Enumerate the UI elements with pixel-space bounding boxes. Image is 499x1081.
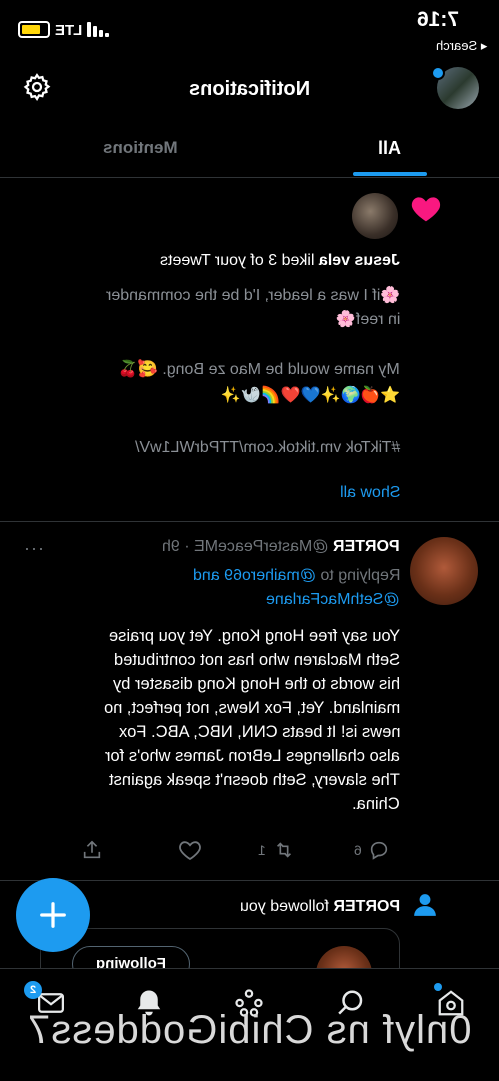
reply-count: 6 — [354, 842, 362, 858]
tweet-header: PORTER @MasterPeaceME · 9h — [40, 538, 400, 556]
author-avatar[interactable] — [410, 537, 478, 605]
retweet-icon — [276, 842, 291, 858]
messages-badge: 2 — [24, 981, 42, 999]
heart-icon — [411, 197, 441, 222]
mention-link[interactable]: @maihero69 — [224, 567, 316, 584]
network-label: LTE — [55, 22, 83, 39]
author-handle-time: @MasterPeaceME · 9h — [162, 538, 334, 555]
follower-name[interactable]: PORTER — [333, 898, 400, 915]
person-icon — [414, 894, 436, 916]
divider — [0, 880, 499, 881]
watermark-text: 0nlyf ns ChibiGoddess7 — [27, 1008, 472, 1052]
battery-icon — [18, 21, 50, 38]
liked-tweet-line[interactable]: #TikTok vm.tiktok.com/TTPdrWL1wV/ — [40, 436, 400, 460]
page-title: Notifications — [188, 78, 311, 100]
compose-tweet-button[interactable] — [16, 878, 90, 952]
divider — [0, 521, 499, 522]
status-bar: 7:16 ◂ Search LTE — [0, 0, 499, 58]
liker-name[interactable]: Jesus vela — [319, 252, 400, 269]
reply-icon — [370, 841, 387, 860]
divider — [0, 177, 499, 178]
avatar-notification-dot — [431, 66, 445, 80]
tweet-text[interactable]: You say free Hong Kong. Yet you praise S… — [40, 624, 400, 816]
follow-notification-text[interactable]: PORTER followed you — [150, 898, 400, 916]
like-notification-text[interactable]: Jesus vela liked 3 of your Tweets — [40, 252, 400, 270]
liked-tweet-line: in reef🌸 — [335, 311, 400, 328]
status-time: 7:16 — [416, 8, 459, 31]
back-to-search-link[interactable]: ◂ Search — [436, 38, 487, 54]
home-notification-dot — [434, 983, 442, 991]
tab-all[interactable]: All — [330, 138, 450, 159]
signal-icon — [87, 22, 109, 37]
retweet-button[interactable]: 1 — [258, 838, 296, 862]
share-button[interactable] — [80, 838, 104, 862]
mention-link[interactable]: @SethMacFarlane — [266, 591, 400, 608]
like-icon — [179, 841, 201, 861]
plus-icon — [40, 902, 66, 928]
liked-tweet-line: My name would be Mao ze Bong. 🥰🍒 — [118, 361, 400, 378]
like-button[interactable] — [178, 838, 202, 862]
retweet-count: 1 — [258, 842, 266, 858]
replying-to: Replying to @maihero69 and @SethMacFarla… — [192, 567, 400, 608]
show-all-link[interactable]: Show all — [40, 484, 400, 502]
author-name[interactable]: PORTER — [333, 538, 400, 555]
tab-mentions[interactable]: Mentions — [80, 138, 200, 158]
liked-tweet-line: 🌸if I was a leader, I'd be the commander — [105, 287, 400, 304]
liked-tweet-line: ⭐🍎🌍✨💙❤️🌈🦭✨ — [220, 387, 400, 404]
active-tab-indicator — [353, 172, 427, 176]
liker-avatar[interactable] — [352, 193, 398, 239]
share-icon — [83, 840, 101, 859]
reply-button[interactable]: 6 — [354, 838, 390, 862]
